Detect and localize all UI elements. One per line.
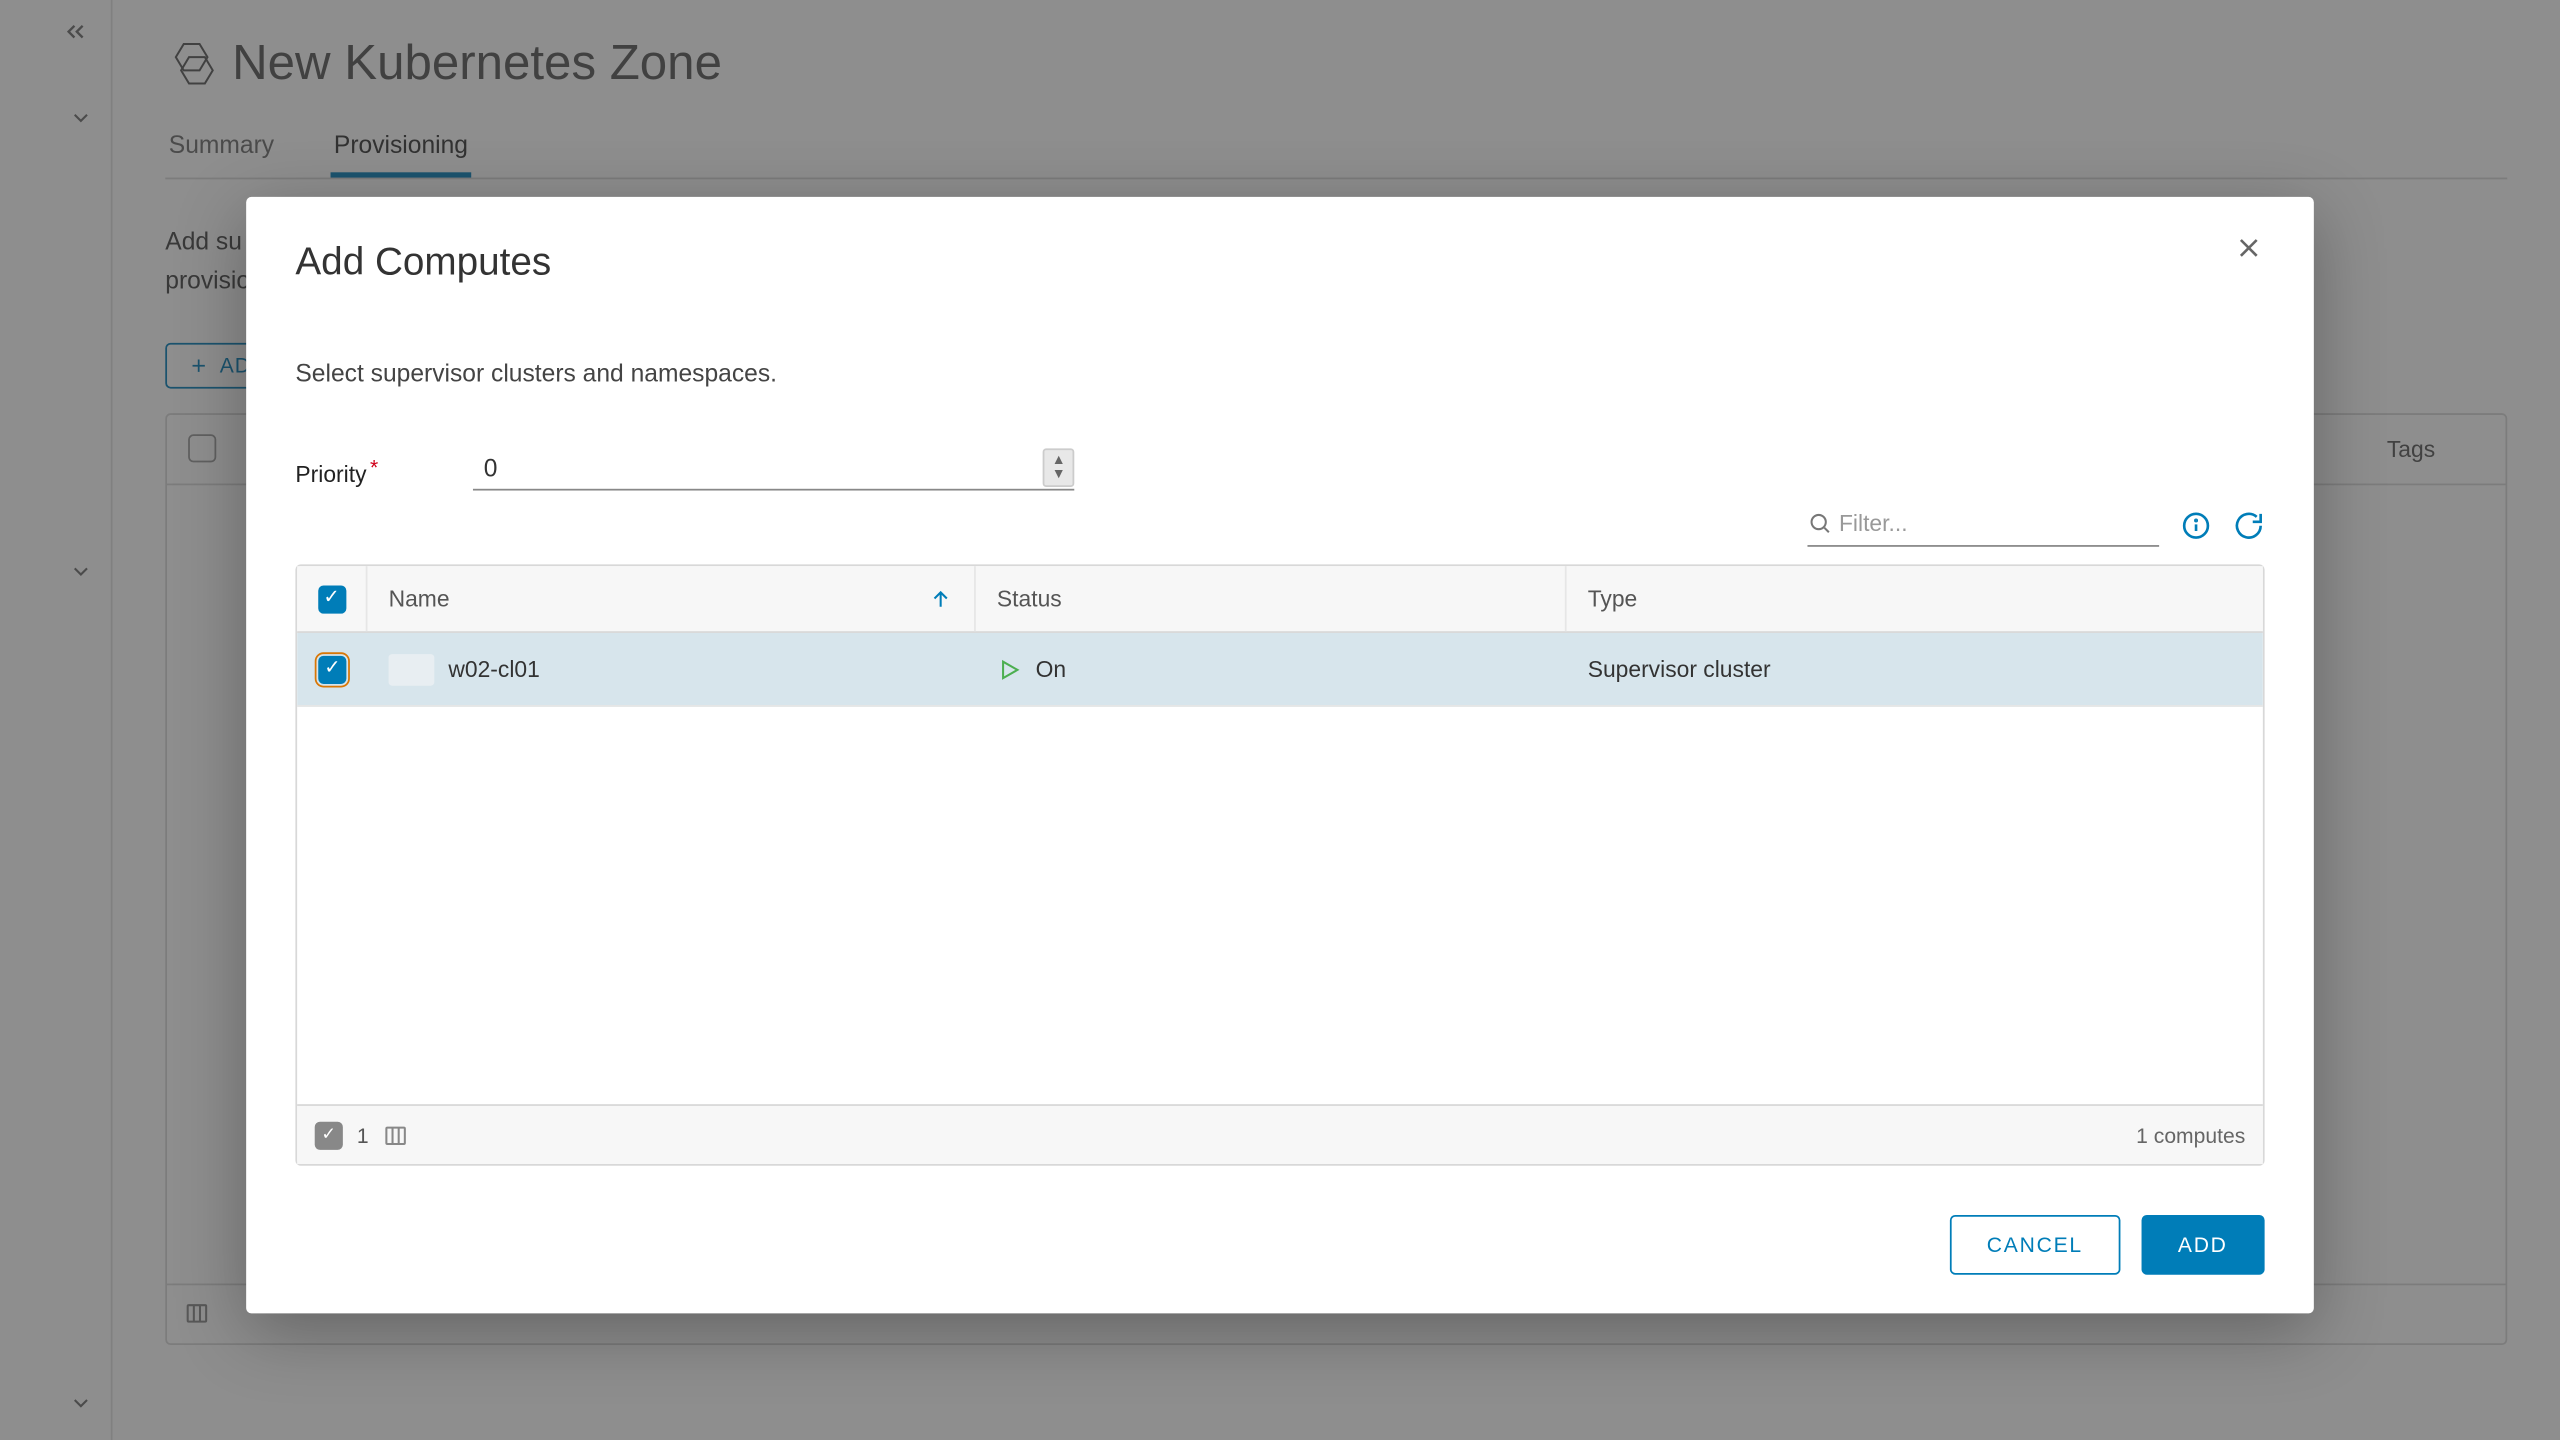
required-asterisk: * xyxy=(370,455,378,480)
col-status-label: Status xyxy=(997,585,1062,611)
number-spinner[interactable]: ▲▼ xyxy=(1043,448,1075,487)
refresh-icon[interactable] xyxy=(2233,510,2265,542)
grid-footer: ✓ 1 1 computes xyxy=(297,1104,2263,1164)
col-name[interactable]: Name xyxy=(367,566,975,631)
selected-count: 1 xyxy=(357,1123,369,1148)
footer-total: 1 computes xyxy=(2136,1123,2245,1148)
select-all-checkbox[interactable]: ✓ xyxy=(317,585,345,613)
sort-asc-icon xyxy=(928,586,953,611)
modal-description: Select supervisor clusters and namespace… xyxy=(295,359,2264,387)
compute-icon xyxy=(389,653,435,685)
row-checkbox[interactable]: ✓ xyxy=(318,655,346,683)
row-name: w02-cl01 xyxy=(448,656,539,682)
close-icon[interactable] xyxy=(2233,232,2275,274)
table-row[interactable]: ✓ w02-cl01 xyxy=(297,633,2263,707)
add-button[interactable]: ADD xyxy=(2141,1215,2265,1275)
col-type-label: Type xyxy=(1588,585,1638,611)
computes-grid: ✓ Name Status Type xyxy=(295,564,2264,1165)
row-type: Supervisor cluster xyxy=(1588,656,1771,682)
columns-icon[interactable] xyxy=(383,1123,408,1148)
search-icon xyxy=(1807,510,1831,536)
modal-title: Add Computes xyxy=(295,239,2264,285)
priority-input[interactable] xyxy=(473,447,1074,491)
filter-input[interactable] xyxy=(1832,505,2159,542)
selected-badge-icon: ✓ xyxy=(315,1121,343,1149)
col-type[interactable]: Type xyxy=(1567,566,2263,631)
add-computes-modal: Add Computes Select supervisor clusters … xyxy=(246,197,2314,1313)
row-status: On xyxy=(1036,656,1066,682)
modal-overlay: Add Computes Select supervisor clusters … xyxy=(0,0,2560,1440)
col-status[interactable]: Status xyxy=(976,566,1567,631)
grid-header: ✓ Name Status Type xyxy=(297,566,2263,633)
cancel-button[interactable]: CANCEL xyxy=(1950,1215,2120,1275)
col-name-label: Name xyxy=(389,585,450,611)
info-icon[interactable] xyxy=(2180,510,2212,542)
status-on-icon xyxy=(997,657,1022,682)
priority-label: Priority xyxy=(295,461,366,487)
